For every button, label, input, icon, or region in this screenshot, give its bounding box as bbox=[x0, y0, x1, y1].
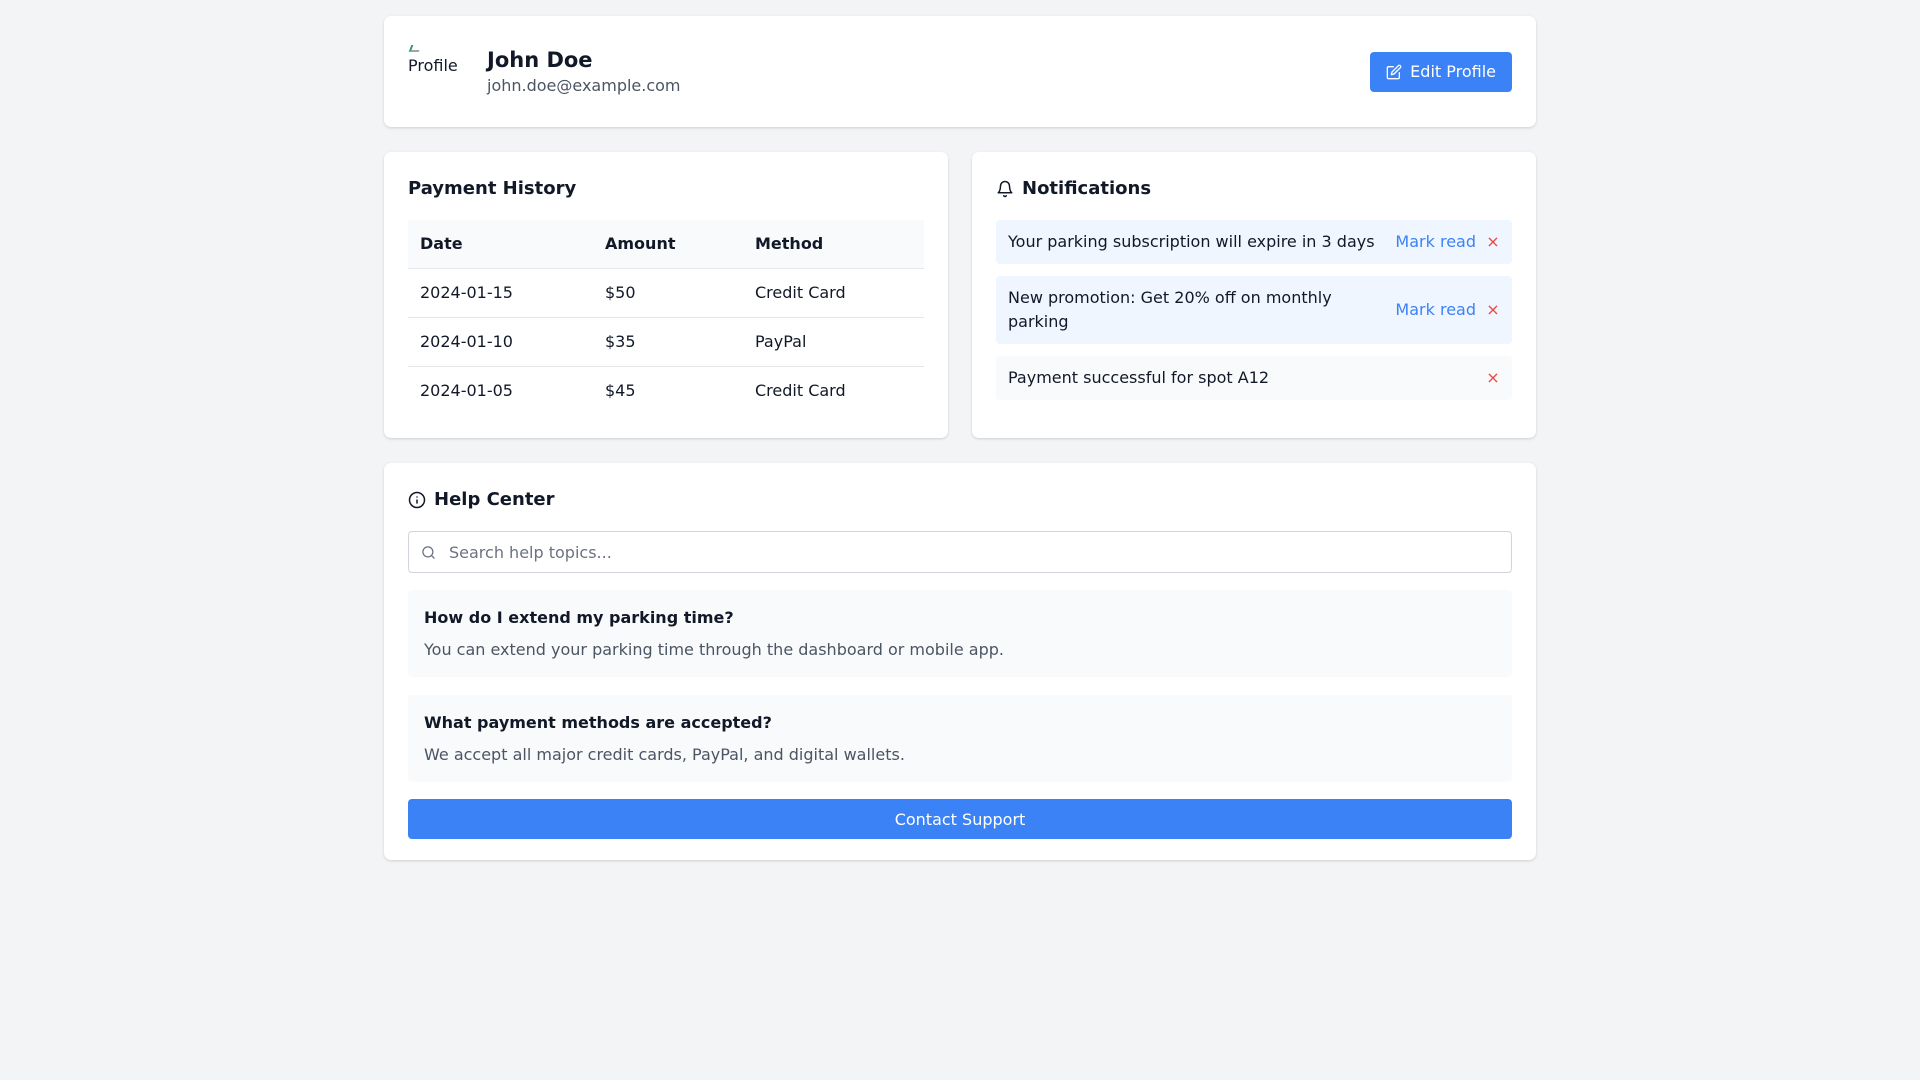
avatar-broken-image: Profile bbox=[408, 39, 458, 75]
header-method: Method bbox=[755, 234, 824, 254]
help-search-box bbox=[408, 531, 1512, 573]
payment-amount: $35 bbox=[593, 316, 743, 366]
notification-actions: Mark read × bbox=[1395, 230, 1500, 254]
avatar-alt-text: Profile bbox=[408, 55, 458, 75]
dismiss-icon[interactable]: × bbox=[1486, 298, 1500, 322]
contact-support-button[interactable]: Contact Support bbox=[408, 799, 1512, 839]
info-icon bbox=[408, 491, 426, 509]
header-date: Date bbox=[420, 234, 463, 254]
notification-text: Your parking subscription will expire in… bbox=[1008, 232, 1375, 251]
notification-actions: Mark read × bbox=[1395, 298, 1500, 322]
notifications-title: Notifications bbox=[1022, 178, 1152, 199]
payment-amount: $50 bbox=[593, 267, 743, 317]
notification-text: New promotion: Get 20% off on monthly pa… bbox=[1008, 288, 1332, 331]
payment-history-title: Payment History bbox=[408, 178, 577, 199]
notification-item: Your parking subscription will expire in… bbox=[996, 220, 1512, 264]
avatar: Profile bbox=[408, 39, 464, 95]
payment-method: PayPal bbox=[743, 316, 924, 366]
profile-card: Profile John Doe john.doe@example.com Ed… bbox=[384, 16, 1536, 127]
page-container: Profile John Doe john.doe@example.com Ed… bbox=[384, 16, 1536, 860]
notification-list: Your parking subscription will expire in… bbox=[996, 220, 1512, 400]
faq-item[interactable]: How do I extend my parking time? You can… bbox=[408, 590, 1512, 677]
header-amount: Amount bbox=[605, 234, 676, 254]
payment-method: Credit Card bbox=[743, 267, 924, 317]
faq-question: What payment methods are accepted? bbox=[424, 713, 772, 732]
payment-date: 2024-01-15 bbox=[408, 267, 593, 317]
notifications-heading: Notifications bbox=[996, 176, 1512, 202]
help-center-title: Help Center bbox=[434, 489, 555, 510]
notification-text: Payment successful for spot A12 bbox=[1008, 368, 1270, 387]
mark-read-button[interactable]: Mark read bbox=[1395, 230, 1476, 254]
edit-profile-label: Edit Profile bbox=[1410, 62, 1496, 81]
payment-amount: $45 bbox=[593, 365, 743, 415]
payment-date: 2024-01-05 bbox=[408, 365, 593, 415]
table-row: 2024-01-10 $35 PayPal bbox=[408, 316, 924, 366]
faq-answer: We accept all major credit cards, PayPal… bbox=[424, 745, 905, 764]
table-row: 2024-01-05 $45 Credit Card bbox=[408, 365, 924, 415]
dismiss-icon[interactable]: × bbox=[1486, 366, 1500, 390]
user-name: John Doe bbox=[487, 47, 593, 72]
user-details: John Doe john.doe@example.com bbox=[487, 46, 681, 98]
faq-answer: You can extend your parking time through… bbox=[424, 640, 1004, 659]
dismiss-icon[interactable]: × bbox=[1486, 230, 1500, 254]
faq-question: How do I extend my parking time? bbox=[424, 608, 734, 627]
notifications-card: Notifications Your parking subscription … bbox=[972, 152, 1536, 438]
notification-item: Payment successful for spot A12 × bbox=[996, 356, 1512, 400]
payment-table: Date Amount Method 2024-01-15 $50 Credit… bbox=[408, 220, 924, 415]
table-row: 2024-01-15 $50 Credit Card bbox=[408, 267, 924, 317]
payment-date: 2024-01-10 bbox=[408, 316, 593, 366]
edit-icon bbox=[1386, 64, 1402, 79]
profile-info: Profile John Doe john.doe@example.com bbox=[408, 46, 681, 98]
bell-icon bbox=[997, 180, 1013, 198]
help-center-heading: Help Center bbox=[408, 487, 1512, 513]
payment-history-card: Payment History Date Amount Method 2024-… bbox=[384, 152, 948, 438]
help-search-input[interactable] bbox=[449, 542, 1489, 562]
middle-row: Payment History Date Amount Method 2024-… bbox=[384, 152, 1536, 438]
mark-read-button[interactable]: Mark read bbox=[1395, 298, 1476, 322]
payment-table-header: Date Amount Method bbox=[408, 220, 924, 268]
faq-item[interactable]: What payment methods are accepted? We ac… bbox=[408, 695, 1512, 782]
edit-profile-button[interactable]: Edit Profile bbox=[1370, 51, 1512, 92]
broken-image-icon bbox=[408, 43, 418, 53]
help-center-card: Help Center How do I extend my parking t… bbox=[384, 463, 1536, 860]
search-icon bbox=[422, 545, 435, 559]
user-email: john.doe@example.com bbox=[487, 75, 681, 95]
notification-actions: × bbox=[1486, 366, 1500, 390]
notification-item: New promotion: Get 20% off on monthly pa… bbox=[996, 276, 1512, 344]
payment-method: Credit Card bbox=[743, 365, 924, 415]
